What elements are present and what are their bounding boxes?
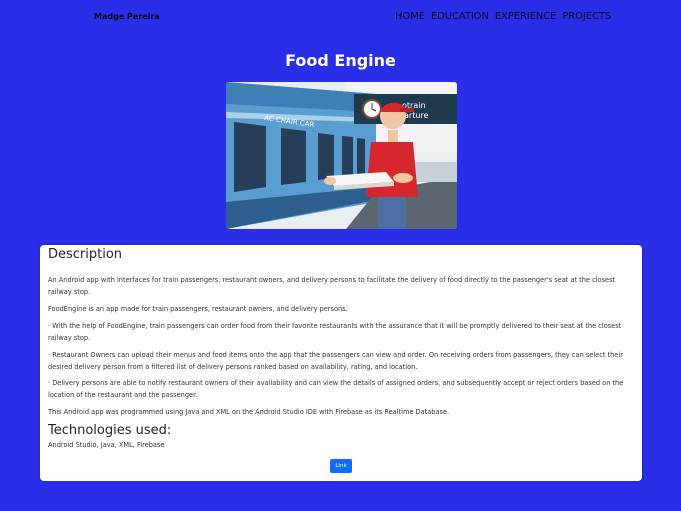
description-paragraph: · With the help of FoodEngine, train pas… <box>48 322 622 342</box>
project-details-card: Description An Android app with interfac… <box>40 245 642 481</box>
project-link-button[interactable]: Link <box>330 459 352 473</box>
project-title: Food Engine <box>285 51 396 70</box>
technologies-list: Android Studio, Java, XML, Firebase <box>48 441 165 449</box>
nav-home-link[interactable]: HOME <box>395 11 425 22</box>
description-paragraph: FoodEngine is an app made for train pass… <box>48 305 348 313</box>
top-navbar: Madge Pereira HOME EDUCATION EXPERIENCE … <box>0 0 681 36</box>
train-delivery-illustration: AC CHAIR CAR otrain arture <box>226 82 457 229</box>
nav-experience-link[interactable]: EXPERIENCE <box>495 11 557 22</box>
description-paragraph: · Restaurant Owners can upload their men… <box>48 351 623 371</box>
description-paragraph: · Delivery persons are able to notify re… <box>48 379 624 399</box>
project-image: AC CHAIR CAR otrain arture <box>226 82 457 229</box>
brand-name[interactable]: Madge Pereira <box>94 12 160 21</box>
nav-projects-link[interactable]: PROJECTS <box>562 11 611 22</box>
description-paragraph: This Android app was programmed using Ja… <box>48 408 450 416</box>
nav-menu: HOME EDUCATION EXPERIENCE PROJECTS <box>395 11 611 22</box>
description-paragraph: An Android app with interfaces for train… <box>48 276 616 296</box>
departure-board-line2: arture <box>404 111 429 120</box>
nav-education-link[interactable]: EDUCATION <box>431 11 489 22</box>
technologies-heading: Technologies used: <box>48 423 172 438</box>
description-heading: Description <box>48 247 123 262</box>
